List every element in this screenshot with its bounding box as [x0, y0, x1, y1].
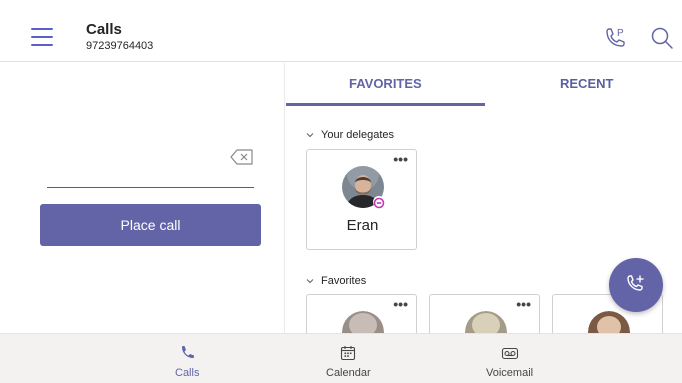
- nav-label-calendar: Calendar: [326, 367, 371, 379]
- calendar-icon: [341, 346, 356, 361]
- delegates-heading: Your delegates: [321, 129, 394, 141]
- more-options-icon[interactable]: •••: [516, 297, 531, 311]
- nav-label-calls: Calls: [175, 367, 200, 379]
- avatar: [465, 311, 507, 333]
- dial-panel: Place call: [0, 63, 285, 333]
- hamburger-menu-icon[interactable]: [31, 28, 53, 46]
- favorite-card[interactable]: •••: [306, 294, 417, 333]
- contact-name: Eran: [346, 217, 379, 234]
- call-park-icon[interactable]: P: [602, 25, 628, 51]
- more-options-icon[interactable]: •••: [393, 152, 408, 166]
- phone-number: 97239764403: [86, 40, 154, 52]
- backspace-icon[interactable]: [230, 148, 254, 166]
- avatar: [588, 311, 630, 333]
- favorites-heading: Favorites: [321, 275, 367, 287]
- place-call-button[interactable]: Place call: [40, 204, 261, 246]
- delegates-section-header[interactable]: Your delegates: [306, 129, 394, 141]
- tab-favorites[interactable]: FAVORITES: [349, 76, 422, 91]
- nav-label-voicemail: Voicemail: [486, 367, 534, 379]
- svg-text:P: P: [617, 28, 624, 39]
- search-icon[interactable]: [649, 25, 675, 51]
- nav-calls[interactable]: Calls: [175, 344, 199, 379]
- favorite-card[interactable]: •••: [429, 294, 540, 333]
- add-call-icon: [627, 275, 644, 291]
- nav-calendar[interactable]: Calendar: [326, 344, 371, 379]
- new-call-fab-button[interactable]: [609, 258, 663, 312]
- bottom-navigation: Calls Calendar Voicemail: [0, 333, 682, 383]
- favorites-section-header[interactable]: Favorites: [306, 275, 366, 287]
- chevron-down-icon: [306, 279, 314, 284]
- voicemail-icon: [501, 347, 518, 360]
- avatar: [342, 311, 384, 333]
- dial-number-input[interactable]: [47, 187, 254, 188]
- nav-voicemail[interactable]: Voicemail: [486, 344, 533, 379]
- more-options-icon[interactable]: •••: [393, 297, 408, 311]
- top-bar: Calls 97239764403 P: [0, 15, 682, 62]
- chevron-down-icon: [306, 133, 314, 138]
- title-block: Calls 97239764403: [86, 21, 153, 53]
- presence-status-icon: [373, 196, 385, 209]
- phone-icon: [182, 346, 195, 358]
- tab-recent[interactable]: RECENT: [560, 76, 613, 91]
- delegate-card[interactable]: ••• Eran: [306, 149, 417, 250]
- active-tab-indicator: [286, 103, 485, 106]
- page-title: Calls: [86, 21, 122, 38]
